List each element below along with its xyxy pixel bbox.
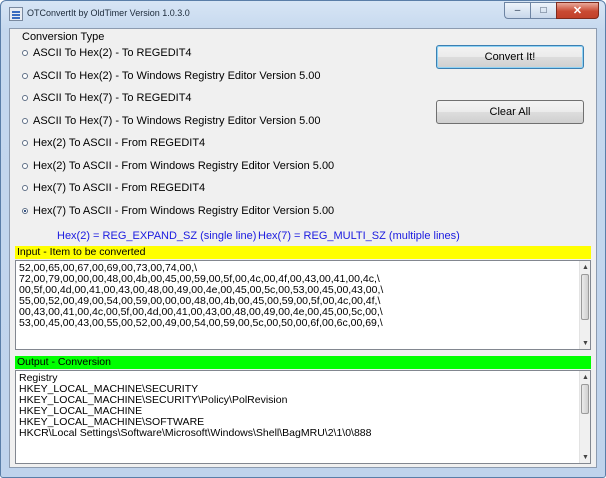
- radio-icon: [22, 185, 28, 191]
- radio-icon: [22, 95, 28, 101]
- radio-label: ASCII To Hex(2) - To REGEDIT4: [33, 47, 192, 59]
- title-bar[interactable]: OTConvertIt by OldTimer Version 1.0.3.0 …: [1, 1, 605, 27]
- radio-icon: [22, 118, 28, 124]
- minimize-icon: –: [514, 5, 521, 16]
- input-textbox[interactable]: 52,00,65,00,67,00,69,00,73,00,74,00,\ 72…: [15, 260, 591, 350]
- radio-icon: [22, 140, 28, 146]
- radio-hex2-ascii-regedit4[interactable]: Hex(2) To ASCII - From REGEDIT4: [22, 137, 205, 149]
- maximize-button[interactable]: □: [530, 2, 556, 19]
- output-header: Output - Conversion: [15, 356, 591, 369]
- scroll-thumb[interactable]: [581, 384, 589, 414]
- radio-label: ASCII To Hex(2) - To Windows Registry Ed…: [33, 70, 321, 82]
- app-window: OTConvertIt by OldTimer Version 1.0.3.0 …: [0, 0, 606, 478]
- radio-ascii-hex2-reg5[interactable]: ASCII To Hex(2) - To Windows Registry Ed…: [22, 70, 321, 82]
- radio-hex7-ascii-reg5[interactable]: Hex(7) To ASCII - From Windows Registry …: [22, 205, 334, 217]
- radio-ascii-hex7-regedit4[interactable]: ASCII To Hex(7) - To REGEDIT4: [22, 92, 192, 104]
- clear-all-button[interactable]: Clear All: [436, 100, 584, 124]
- radio-selected-icon: [22, 208, 28, 214]
- input-scrollbar[interactable]: ▲ ▼: [579, 261, 590, 349]
- radio-icon: [22, 73, 28, 79]
- radio-label: Hex(2) To ASCII - From REGEDIT4: [33, 137, 206, 149]
- radio-label: Hex(7) To ASCII - From Windows Registry …: [33, 205, 335, 217]
- radio-icon: [22, 163, 28, 169]
- client-area: Conversion Type ASCII To Hex(2) - To REG…: [9, 28, 597, 468]
- scroll-thumb[interactable]: [581, 274, 589, 320]
- scroll-down-icon[interactable]: ▼: [580, 451, 590, 463]
- minimize-button[interactable]: –: [504, 2, 530, 19]
- radio-ascii-hex7-reg5[interactable]: ASCII To Hex(7) - To Windows Registry Ed…: [22, 115, 321, 127]
- input-line: 53,00,45,00,43,00,55,00,52,00,49,00,54,0…: [19, 317, 383, 329]
- radio-icon: [22, 50, 28, 56]
- scroll-up-icon[interactable]: ▲: [580, 371, 590, 383]
- maximize-icon: □: [540, 5, 547, 16]
- scroll-up-icon[interactable]: ▲: [580, 261, 590, 273]
- radio-label: ASCII To Hex(7) - To Windows Registry Ed…: [33, 115, 321, 127]
- output-line: HKCR\Local Settings\Software\Microsoft\W…: [19, 427, 372, 439]
- app-icon: [9, 7, 23, 21]
- radio-hex7-ascii-regedit4[interactable]: Hex(7) To ASCII - From REGEDIT4: [22, 182, 205, 194]
- hex2-hint: Hex(2) = REG_EXPAND_SZ (single line): [57, 230, 257, 242]
- conversion-type-label: Conversion Type: [22, 31, 105, 43]
- convert-button[interactable]: Convert It!: [436, 45, 584, 69]
- input-header: Input - Item to be converted: [15, 246, 591, 259]
- hex7-hint: Hex(7) = REG_MULTI_SZ (multiple lines): [258, 230, 460, 242]
- radio-label: Hex(7) To ASCII - From REGEDIT4: [33, 182, 206, 194]
- scroll-down-icon[interactable]: ▼: [580, 337, 590, 349]
- output-scrollbar[interactable]: ▲ ▼: [579, 371, 590, 463]
- window-controls: – □ ✕: [504, 2, 599, 20]
- output-textbox[interactable]: Registry HKEY_LOCAL_MACHINE\SECURITY HKE…: [15, 370, 591, 464]
- close-button[interactable]: ✕: [556, 2, 599, 19]
- radio-hex2-ascii-reg5[interactable]: Hex(2) To ASCII - From Windows Registry …: [22, 160, 334, 172]
- input-text: 52,00,65,00,67,00,69,00,73,00,74,00,\ 72…: [16, 261, 590, 329]
- output-text: Registry HKEY_LOCAL_MACHINE\SECURITY HKE…: [16, 371, 590, 439]
- close-icon: ✕: [572, 5, 583, 17]
- radio-ascii-hex2-regedit4[interactable]: ASCII To Hex(2) - To REGEDIT4: [22, 47, 192, 59]
- radio-label: Hex(2) To ASCII - From Windows Registry …: [33, 160, 335, 172]
- window-title: OTConvertIt by OldTimer Version 1.0.3.0: [27, 8, 190, 18]
- radio-label: ASCII To Hex(7) - To REGEDIT4: [33, 92, 192, 104]
